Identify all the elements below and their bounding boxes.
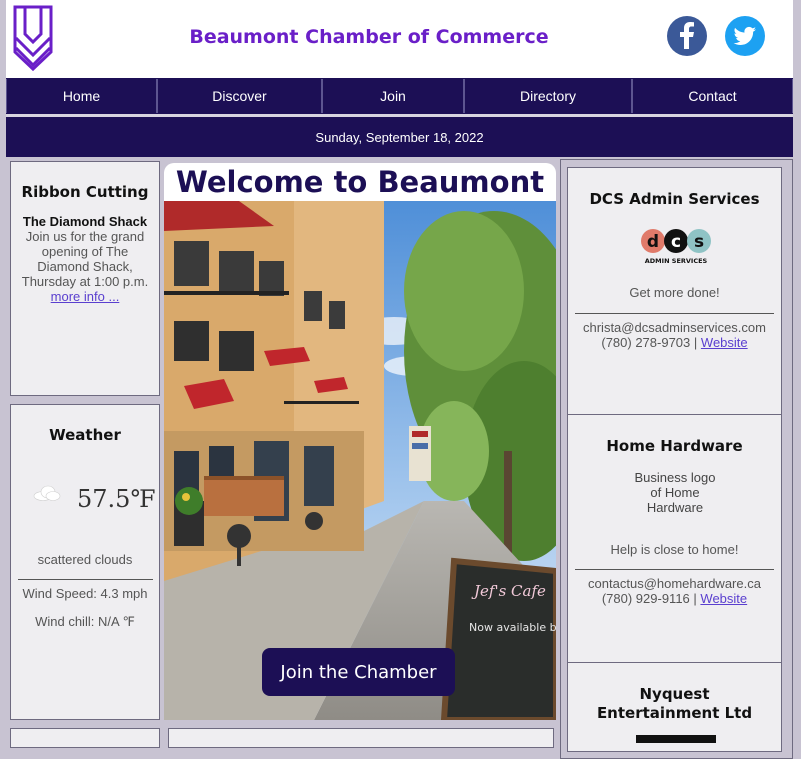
hardware-website-link[interactable]: Website xyxy=(700,591,747,606)
chalkboard-sign-title: Jef's Cafe xyxy=(471,582,546,600)
dcs-contact-line: (780) 278-9703 | Website xyxy=(568,335,781,350)
hardware-phone: (780) 929-9116 xyxy=(601,591,690,606)
home-hardware-panel: Home Hardware Business logo of Home Hard… xyxy=(567,414,782,664)
hardware-logo-broken-image: Business logo of Home Hardware xyxy=(634,470,716,515)
date-bar: Sunday, September 18, 2022 xyxy=(6,117,793,157)
ribbon-cutting-title: Ribbon Cutting xyxy=(21,183,149,201)
site-title: Beaumont Chamber of Commerce xyxy=(189,26,549,48)
nav-contact[interactable]: Contact xyxy=(632,79,793,113)
hardware-email: contactus@homehardware.ca xyxy=(588,576,761,591)
welcome-heading: Welcome to Beaumont xyxy=(164,163,556,201)
nyquest-title: Nyquest Entertainment Ltd xyxy=(596,685,753,722)
wind-chill: Wind chill: N/A ℉ xyxy=(35,614,135,629)
dcs-divider xyxy=(575,313,774,314)
page: Beaumont Chamber of Commerce Home Discov… xyxy=(6,0,793,759)
dcs-phone: (780) 278-9703 xyxy=(601,335,691,350)
chalkboard-sign-text: Now available by the bag $19.00 xyxy=(469,621,556,634)
dcs-admin-panel: DCS Admin Services d c s ADMIN SERVICES … xyxy=(567,167,782,416)
nav-home[interactable]: Home xyxy=(6,79,157,113)
dcs-logo[interactable]: d c s ADMIN SERVICES xyxy=(641,228,711,266)
join-chamber-button[interactable]: Join the Chamber xyxy=(262,648,455,696)
header: Beaumont Chamber of Commerce xyxy=(6,0,793,78)
left-panel-3 xyxy=(10,728,160,748)
dcs-logo-letter-c: c xyxy=(671,232,681,252)
dcs-logo-letter-s: s xyxy=(694,232,704,252)
dcs-separator: | xyxy=(693,335,698,350)
ribbon-business-name: The Diamond Shack xyxy=(22,214,148,229)
weather-divider xyxy=(18,579,153,580)
cloud-icon xyxy=(33,485,61,506)
dcs-title: DCS Admin Services xyxy=(589,190,760,208)
chamber-logo[interactable] xyxy=(12,4,54,72)
ribbon-more-info-link[interactable]: more info ... xyxy=(51,289,120,304)
wind-speed: Wind Speed: 4.3 mph xyxy=(22,586,148,601)
hardware-contact-line: (780) 929-9116 | Website xyxy=(568,591,781,606)
weather-title: Weather xyxy=(49,426,121,444)
hardware-title: Home Hardware xyxy=(606,437,743,455)
main-content: Welcome to Beaumont Jef's Cafe Now avail… xyxy=(164,163,556,720)
weather-temperature: 57.5℉ xyxy=(77,485,156,513)
hardware-divider xyxy=(575,569,774,570)
nav-discover[interactable]: Discover xyxy=(157,79,322,113)
dcs-logo-subtitle: ADMIN SERVICES xyxy=(645,257,708,265)
weather-description: scattered clouds xyxy=(37,552,133,567)
nyquest-panel: Nyquest Entertainment Ltd xyxy=(567,662,782,752)
ribbon-cutting-panel: Ribbon Cutting The Diamond Shack Join us… xyxy=(10,161,160,396)
nav-join[interactable]: Join xyxy=(322,79,464,113)
dcs-email: christa@dcsadminservices.com xyxy=(583,320,766,335)
ribbon-description: Join us for the grand opening of The Dia… xyxy=(21,229,149,289)
dcs-website-link[interactable]: Website xyxy=(701,335,748,350)
facebook-icon[interactable] xyxy=(667,16,707,56)
weather-panel: Weather 57.5℉ scattered clouds Wind Spee… xyxy=(10,404,160,720)
hardware-separator: | xyxy=(693,591,697,606)
twitter-icon[interactable] xyxy=(725,16,765,56)
nyquest-logo[interactable] xyxy=(636,735,716,743)
dcs-tagline: Get more done! xyxy=(629,285,720,300)
hardware-tagline: Help is close to home! xyxy=(610,542,739,557)
nav-directory[interactable]: Directory xyxy=(464,79,632,113)
hero-photo: Jef's Cafe Now available by the bag $19.… xyxy=(164,201,556,720)
main-nav: Home Discover Join Directory Contact xyxy=(6,78,793,114)
dcs-logo-letter-d: d xyxy=(647,232,659,252)
center-panel-2 xyxy=(168,728,554,748)
